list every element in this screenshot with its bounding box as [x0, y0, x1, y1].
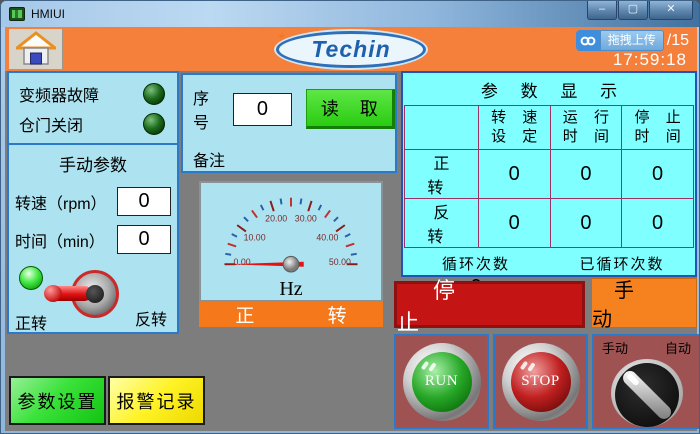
cycles-label: 循环次数 [403, 251, 549, 274]
read-button[interactable]: 读 取 [306, 89, 395, 129]
time-input[interactable]: 0 [117, 225, 171, 254]
logo-text: Techin [311, 36, 390, 63]
manual-params-title: 手动参数 [9, 145, 177, 178]
status-panel: 变频器故障 仓门关闭 手动参数 转速（rpm） 0 时间（min） 0 [7, 71, 179, 334]
close-button[interactable]: ✕ [649, 1, 693, 20]
selector-labels: 手动 自动 [594, 336, 699, 357]
status-row-door: 仓门关闭 [9, 109, 177, 139]
inverter-fault-label: 变频器故障 [19, 82, 99, 106]
stop-button-panel: STOP [493, 334, 588, 429]
door-closed-led [143, 113, 165, 135]
manual-mode-button[interactable]: 手 动 [591, 278, 697, 328]
reverse-runtime-value: 0 [550, 199, 622, 248]
parameter-settings-button[interactable]: 参数设置 [9, 376, 106, 425]
hz-gauge: 0.00 10.00 20.00 30.00 40.00 50.00 [201, 183, 381, 277]
stop-button[interactable]: 停 止 [394, 281, 585, 328]
stop-button-label: STOP [511, 352, 571, 412]
svg-text:40.00: 40.00 [316, 233, 338, 243]
home-button[interactable] [9, 29, 63, 69]
upload-overlay[interactable]: 拖拽上传 /15 [576, 30, 689, 51]
mode-selector-switch[interactable] [611, 359, 683, 427]
header-stop-time: 停 止 时 间 [622, 106, 694, 150]
window-controls: – ▢ ✕ [586, 1, 693, 20]
alarm-record-button[interactable]: 报警记录 [108, 376, 205, 425]
note-label: 备注 [183, 133, 395, 171]
done-cycles-label: 已循环次数 [549, 251, 695, 274]
logo-spark-icon [275, 28, 289, 44]
reverse-stoptime-value: 0 [622, 199, 694, 248]
door-closed-label: 仓门关闭 [19, 112, 83, 136]
selector-panel: 手动 自动 [592, 334, 700, 429]
speed-input[interactable]: 0 [117, 187, 171, 216]
toggle-lever[interactable] [46, 286, 92, 301]
selector-auto-label: 自动 [665, 338, 691, 357]
forward-stoptime-value: 0 [622, 150, 694, 199]
header-blank-cell [405, 106, 479, 150]
svg-text:10.00: 10.00 [244, 233, 266, 243]
maximize-button[interactable]: ▢ [618, 1, 648, 20]
forward-led [19, 266, 43, 290]
run-button-label: RUN [412, 352, 472, 412]
hmi-main: 变频器故障 仓门关闭 手动参数 转速（rpm） 0 时间（min） 0 [5, 71, 697, 431]
serial-row: 序号 0 读 取 [183, 75, 395, 133]
gauge-panel: 0.00 10.00 20.00 30.00 40.00 50.00 Hz [199, 181, 383, 302]
params-header-row: 转 速 设 定 运 行 时 间 停 止 时 间 [405, 106, 694, 150]
forward-speed-value: 0 [478, 150, 550, 199]
reverse-label: 反转 [135, 306, 167, 330]
direction-switch-area: 正转 反转 [9, 254, 177, 340]
params-title: 参 数 显 示 [403, 73, 695, 105]
run-pushbutton[interactable]: RUN [403, 343, 481, 421]
direction-status-bar: 正 转 [199, 302, 383, 327]
clock-display: 17:59:18 [613, 50, 687, 70]
status-row-inverter: 变频器故障 [9, 79, 177, 109]
params-panel: 参 数 显 示 转 速 设 定 运 行 时 间 停 止 [401, 71, 697, 277]
time-label: 时间（min） [15, 228, 105, 252]
header-speed-set: 转 速 设 定 [478, 106, 550, 150]
forward-row-label: 正 转 [405, 150, 479, 199]
serial-label: 序号 [193, 85, 223, 133]
speed-field-row: 转速（rpm） 0 [9, 178, 177, 216]
time-field-row: 时间（min） 0 [9, 216, 177, 254]
table-row-forward: 正 转 0 0 0 [405, 150, 694, 199]
drag-upload-button[interactable]: 拖拽上传 [600, 30, 664, 51]
selector-manual-label: 手动 [602, 338, 628, 357]
reverse-row-label: 反 转 [405, 199, 479, 248]
direction-toggle-switch[interactable] [71, 270, 119, 318]
svg-text:50.00: 50.00 [329, 257, 351, 267]
run-button-panel: RUN [394, 334, 489, 429]
netdisk-icon[interactable] [576, 30, 600, 51]
minimize-button[interactable]: – [587, 1, 617, 20]
window-title: HMIUI [31, 7, 65, 21]
params-table: 转 速 设 定 运 行 时 间 停 止 时 间 正 转 [404, 105, 694, 248]
table-row-reverse: 反 转 0 0 0 [405, 199, 694, 248]
status-block: 变频器故障 仓门关闭 [9, 73, 177, 145]
gauge-unit-label: Hz [201, 278, 381, 301]
svg-text:30.00: 30.00 [295, 214, 317, 224]
home-icon [16, 31, 56, 67]
svg-text:20.00: 20.00 [265, 214, 287, 224]
inverter-fault-led [143, 83, 165, 105]
stop-pushbutton[interactable]: STOP [502, 343, 580, 421]
techin-logo: Techin [276, 31, 426, 68]
app-window: HMIUI – ▢ ✕ Techin [0, 0, 700, 434]
content-area: Techin 拖拽上传 /15 17:59:18 [5, 27, 697, 431]
serial-input[interactable]: 0 [233, 93, 292, 126]
title-bar[interactable]: HMIUI – ▢ ✕ [1, 1, 699, 27]
header-run-time: 运 行 时 间 [550, 106, 622, 150]
forward-runtime-value: 0 [550, 150, 622, 199]
header-bar: Techin 拖拽上传 /15 17:59:18 [5, 27, 697, 71]
reverse-speed-value: 0 [478, 199, 550, 248]
serial-panel: 序号 0 读 取 备注 [181, 73, 397, 173]
app-icon [9, 7, 25, 21]
svg-text:0.00: 0.00 [234, 257, 251, 267]
page-indicator: /15 [667, 32, 689, 50]
forward-label: 正转 [15, 310, 47, 334]
speed-label: 转速（rpm） [15, 190, 107, 214]
